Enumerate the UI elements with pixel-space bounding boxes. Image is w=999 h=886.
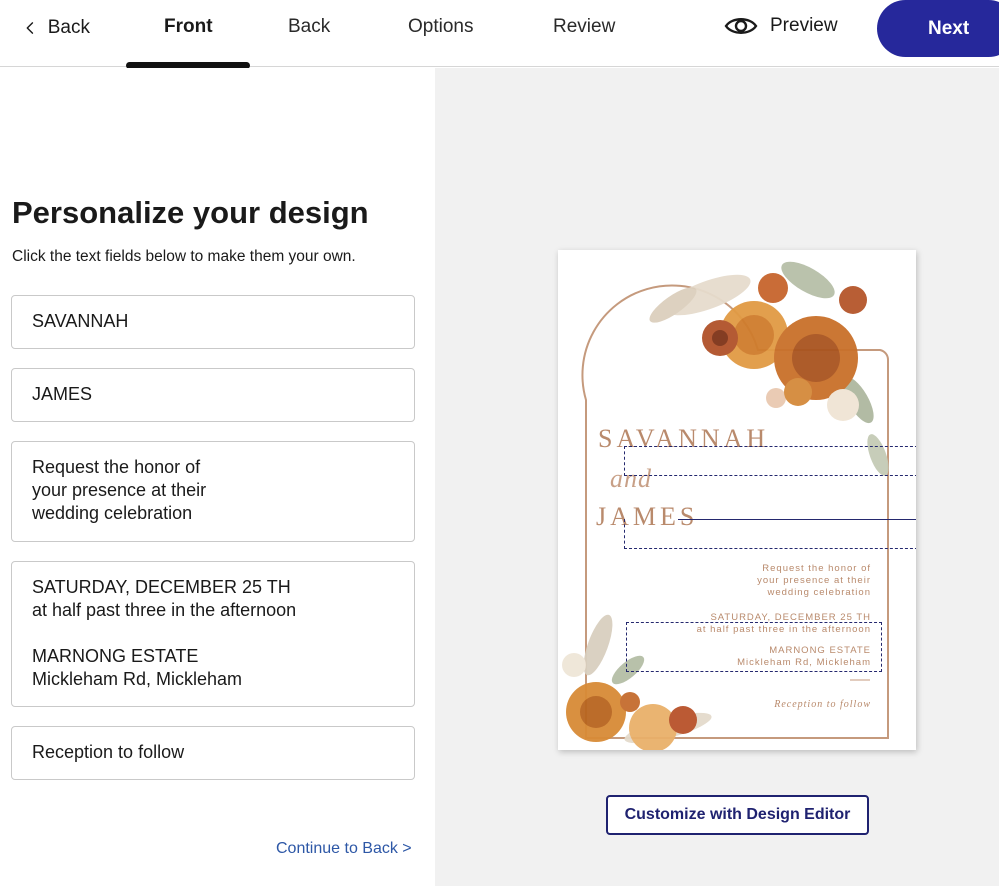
back-button[interactable]: Back	[26, 16, 90, 40]
card-request-text: Request the honor of your presence at th…	[757, 563, 871, 598]
floral-arch-artwork	[562, 261, 890, 750]
back-button-label: Back	[47, 17, 90, 38]
page-subtitle: Click the text fields below to make them…	[12, 248, 356, 265]
tab-front[interactable]: Front	[164, 16, 213, 38]
tab-review[interactable]: Review	[553, 16, 615, 38]
text-field-name2[interactable]: JAMES	[11, 368, 415, 422]
text-selection-box-name2[interactable]	[624, 519, 916, 549]
continue-to-back-link[interactable]: Continue to Back >	[276, 840, 412, 858]
card-reception-text: Reception to follow	[774, 699, 871, 710]
text-selection-box-name1[interactable]	[624, 446, 916, 476]
text-field-reception[interactable]: Reception to follow	[11, 726, 415, 780]
page-title: Personalize your design	[12, 195, 369, 230]
eye-icon	[724, 18, 758, 34]
preview-panel: SAVANNAH and JAMES Request the honor of …	[435, 68, 999, 886]
next-button[interactable]: Next	[877, 0, 999, 57]
chevron-left-icon	[26, 22, 34, 34]
customize-design-editor-button[interactable]: Customize with Design Editor	[606, 795, 869, 835]
preview-button-label: Preview	[770, 15, 838, 36]
tab-back[interactable]: Back	[288, 16, 330, 38]
top-nav-bar: Back Front Back Options Review Preview N…	[0, 0, 999, 69]
text-field-date-venue[interactable]: SATURDAY, DECEMBER 25 TH at half past th…	[11, 561, 415, 707]
text-selection-box-details[interactable]	[626, 622, 882, 672]
text-field-request[interactable]: Request the honor of your presence at th…	[11, 441, 415, 542]
invitation-card-preview[interactable]: SAVANNAH and JAMES Request the honor of …	[558, 250, 916, 750]
preview-button[interactable]: Preview	[724, 14, 838, 38]
personalize-panel: Personalize your design Click the text f…	[0, 68, 435, 886]
tab-options[interactable]: Options	[408, 16, 473, 38]
text-field-name1[interactable]: SAVANNAH	[11, 295, 415, 349]
